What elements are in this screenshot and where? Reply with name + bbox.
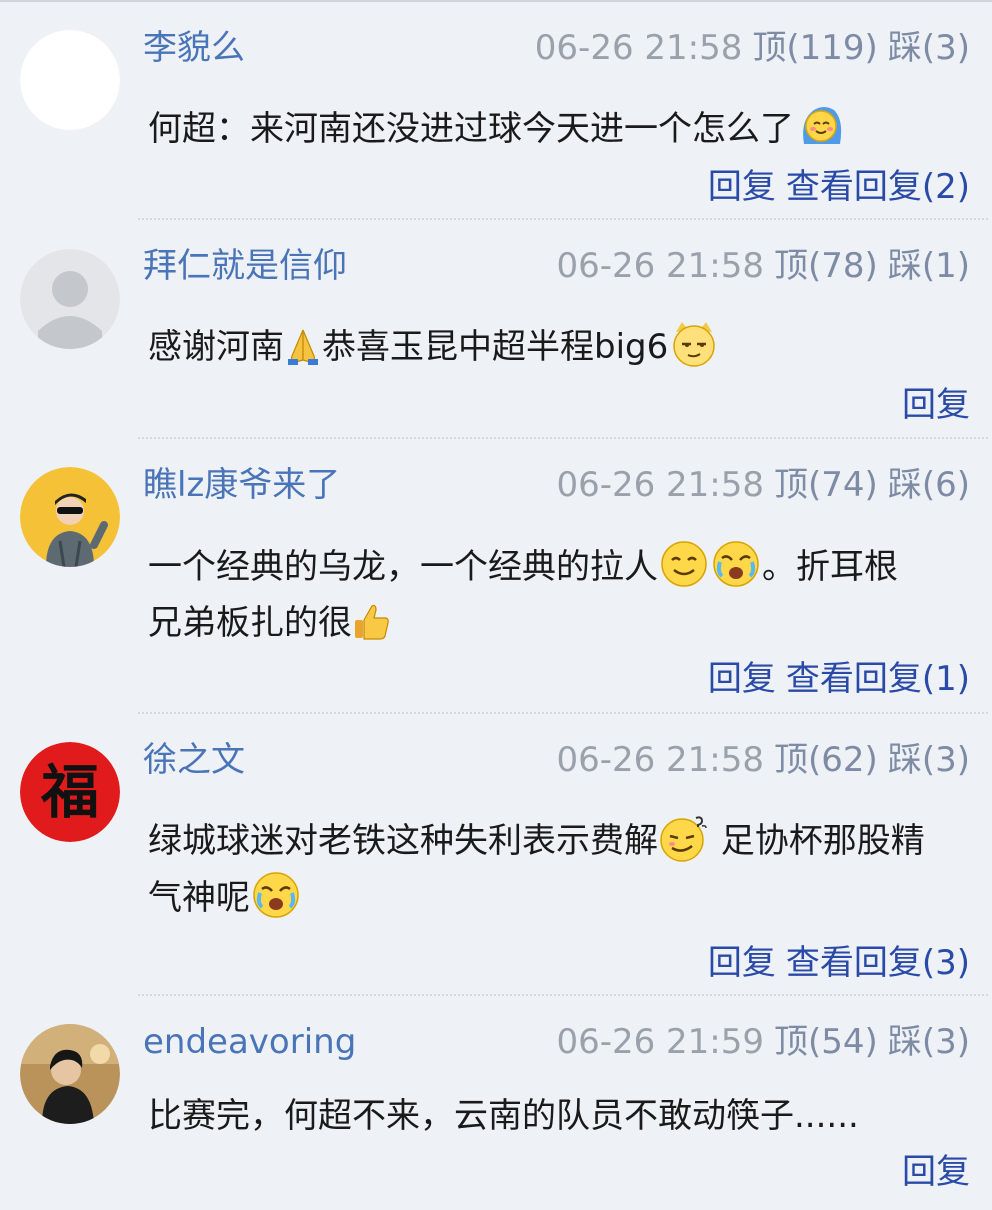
timestamp: 06-26 21:58 [556, 465, 765, 505]
upvote-button[interactable]: 顶(119) [752, 28, 877, 68]
comment-divider [138, 218, 988, 220]
downvote-label: 踩 [887, 246, 922, 286]
top-border [0, 0, 992, 2]
crying-face-emoji [250, 869, 302, 921]
comment-actions: 回复 [902, 385, 970, 425]
comment-text-part: 气神呢 [148, 878, 250, 918]
comment-divider [138, 712, 988, 714]
timestamp: 06-26 21:58 [556, 246, 765, 286]
downvote-label: 踩 [887, 465, 922, 505]
downvote-count: (1) [921, 246, 970, 286]
comment-actions: 回复 查看回复(1) [708, 659, 970, 699]
comment-meta: 06-26 21:59 顶(54) 踩(3) [556, 1022, 970, 1062]
comment-text-part: 比赛完，何超不来，云南的队员不敢动筷子...... [148, 1096, 859, 1136]
pray-hands-emoji [284, 326, 322, 366]
downvote-count: (3) [921, 740, 970, 780]
upvote-label: 顶 [774, 246, 809, 286]
upvote-button[interactable]: 顶(62) [774, 740, 878, 780]
upvote-button[interactable]: 顶(74) [774, 465, 878, 505]
username[interactable]: endeavoring [143, 1022, 356, 1062]
upvote-label: 顶 [774, 740, 809, 780]
comment-text-part: 足协杯那股精 [710, 821, 925, 861]
avatar[interactable] [20, 467, 120, 567]
view-replies-link[interactable]: 查看回复(3) [786, 943, 970, 983]
upvote-count: (54) [808, 1022, 878, 1062]
comment-divider [138, 994, 988, 996]
thumbs-up-emoji [352, 602, 390, 642]
view-replies-link[interactable]: 查看回复(2) [786, 167, 970, 207]
username[interactable]: 拜仁就是信仰 [143, 246, 347, 286]
upvote-count: (119) [786, 28, 878, 68]
reply-link[interactable]: 回复 [902, 1152, 970, 1192]
username[interactable]: 李貌么 [143, 28, 245, 68]
comment-actions: 回复 [902, 1152, 970, 1192]
smug-face-emoji [668, 318, 720, 370]
comment-text-part: 。折耳根 [762, 547, 898, 587]
reply-link[interactable]: 回复 [708, 943, 776, 983]
comment-actions: 回复 查看回复(3) [708, 943, 970, 983]
upvote-button[interactable]: 顶(54) [774, 1022, 878, 1062]
username[interactable]: 瞧lz康爷来了 [143, 465, 340, 505]
timestamp: 06-26 21:59 [556, 1022, 765, 1062]
timestamp: 06-26 21:58 [534, 28, 743, 68]
shy-face-emoji [794, 100, 846, 152]
comment-actions: 回复 查看回复(2) [708, 167, 970, 207]
smile-face-emoji [658, 538, 710, 590]
reply-link[interactable]: 回复 [902, 385, 970, 425]
upvote-count: (62) [808, 740, 878, 780]
downvote-button[interactable]: 踩(6) [888, 465, 970, 505]
comment-meta: 06-26 21:58 顶(119) 踩(3) [535, 28, 970, 68]
comment-text-part: 感谢河南 [148, 327, 284, 367]
timestamp: 06-26 21:58 [556, 740, 765, 780]
crying-face-emoji [710, 538, 762, 590]
avatar-character: 福 [40, 758, 99, 826]
downvote-count: (3) [921, 1022, 970, 1062]
comment-text-part: 何超：来河南还没进过球今天进一个怎么了 [148, 109, 794, 149]
downvote-count: (6) [921, 465, 970, 505]
comment-meta: 06-26 21:58 顶(74) 踩(6) [556, 465, 970, 505]
comment-text-part: 兄弟板扎的很 [148, 603, 352, 643]
comment-meta: 06-26 21:58 顶(78) 踩(1) [556, 246, 970, 286]
username[interactable]: 徐之文 [143, 740, 245, 780]
comment-meta: 06-26 21:58 顶(62) 踩(3) [556, 740, 970, 780]
avatar[interactable] [20, 1024, 120, 1124]
comment-text: 何超：来河南还没进过球今天进一个怎么了 [148, 100, 974, 157]
avatar[interactable] [20, 249, 120, 349]
avatar[interactable] [20, 30, 120, 130]
reply-link[interactable]: 回复 [708, 167, 776, 207]
downvote-button[interactable]: 踩(3) [888, 28, 970, 68]
comment-text: 感谢河南 恭喜玉昆中超半程big6 [148, 318, 974, 375]
comment-text: 一个经典的乌龙，一个经典的拉人 。折耳根兄弟板扎的很 [148, 538, 974, 651]
comment-text-part: 恭喜玉昆中超半程big6 [322, 327, 669, 367]
upvote-label: 顶 [774, 465, 809, 505]
downvote-button[interactable]: 踩(3) [888, 1022, 970, 1062]
comment-text: 绿城球迷对老铁这种失利表示费解 足协杯那股精气神呢 [148, 812, 974, 926]
upvote-label: 顶 [774, 1022, 809, 1062]
comment-text-part: 一个经典的乌龙，一个经典的拉人 [148, 547, 658, 587]
comment-text: 比赛完，何超不来，云南的队员不敢动筷子...... [148, 1088, 974, 1144]
downvote-label: 踩 [887, 28, 922, 68]
upvote-button[interactable]: 顶(78) [774, 246, 878, 286]
reply-link[interactable]: 回复 [708, 659, 776, 699]
view-replies-link[interactable]: 查看回复(1) [786, 659, 970, 699]
downvote-button[interactable]: 踩(1) [888, 246, 970, 286]
comment-text-part: 绿城球迷对老铁这种失利表示费解 [148, 821, 658, 861]
comment-divider [138, 437, 988, 439]
confused-face-emoji [658, 812, 710, 864]
downvote-label: 踩 [887, 740, 922, 780]
downvote-label: 踩 [887, 1022, 922, 1062]
upvote-label: 顶 [752, 28, 787, 68]
upvote-count: (74) [808, 465, 878, 505]
upvote-count: (78) [808, 246, 878, 286]
avatar[interactable]: 福 [20, 742, 120, 842]
downvote-button[interactable]: 踩(3) [888, 740, 970, 780]
downvote-count: (3) [921, 28, 970, 68]
